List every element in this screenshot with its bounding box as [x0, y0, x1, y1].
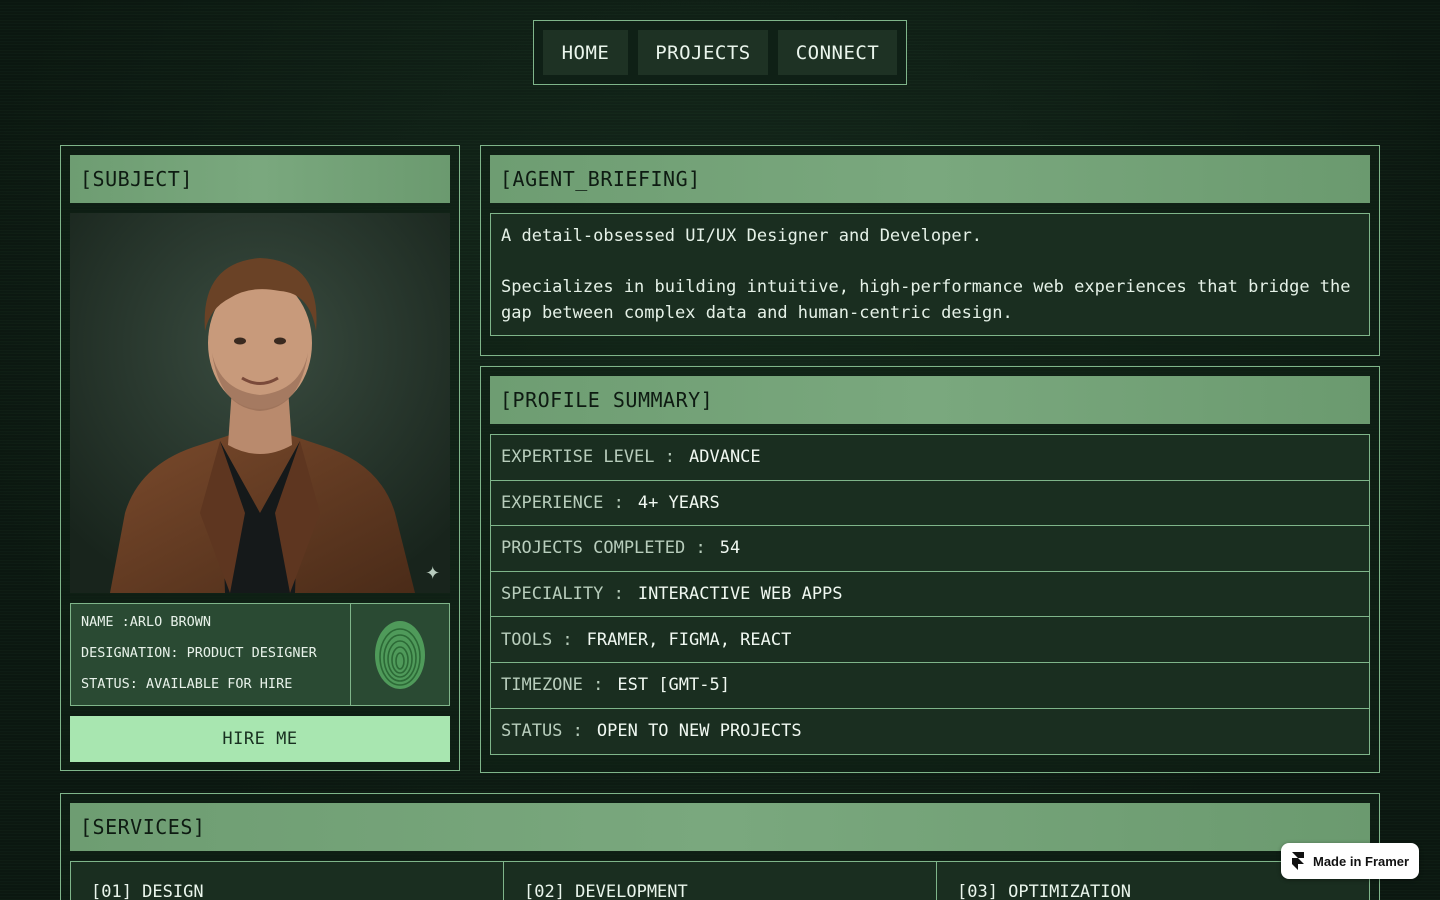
fingerprint-icon [375, 620, 425, 689]
profile-row-value: OPEN TO NEW PROJECTS [596, 721, 802, 742]
service-design[interactable]: [01] DESIGN [71, 862, 503, 900]
profile-row-value: ADVANCE [689, 447, 761, 468]
profile-list: EXPERTISE LEVEL : ADVANCE EXPERIENCE : 4… [490, 434, 1370, 756]
profile-row-status: STATUS : OPEN TO NEW PROJECTS [491, 708, 1369, 755]
made-in-framer-badge[interactable]: Made in Framer [1281, 843, 1419, 879]
profile-portrait: ✦ [70, 213, 450, 593]
profile-summary-panel: [PROFILE SUMMARY] EXPERTISE LEVEL : ADVA… [480, 366, 1380, 773]
profile-row-expertise: EXPERTISE LEVEL : ADVANCE [491, 435, 1369, 481]
services-header: [SERVICES] [70, 803, 1370, 851]
subject-header: [SUBJECT] [70, 155, 450, 203]
status-line: STATUS: AVAILABLE FOR HIRE [81, 676, 293, 692]
nav-home-link[interactable]: HOME [543, 30, 628, 75]
profile-row-projects: PROJECTS COMPLETED : 54 [491, 526, 1369, 572]
profile-row-value: FRAMER, FIGMA, REACT [586, 629, 792, 650]
id-info: NAME :ARLO BROWN DESIGNATION: PRODUCT DE… [71, 604, 350, 705]
profile-row-timezone: TIMEZONE : EST [GMT-5] [491, 662, 1369, 709]
profile-row-label: SPECIALITY : [501, 584, 624, 605]
services-panel: [SERVICES] [01] DESIGN [02] DEVELOPMENT … [60, 793, 1380, 900]
profile-row-speciality: SPECIALITY : INTERACTIVE WEB APPS [491, 571, 1369, 618]
profile-row-value: 54 [719, 538, 741, 559]
profile-row-tools: TOOLS : FRAMER, FIGMA, REACT [491, 617, 1369, 663]
briefing-body: A detail-obsessed UI/UX Designer and Dev… [490, 213, 1370, 336]
profile-row-label: STATUS : [501, 721, 583, 742]
nav-connect-link[interactable]: CONNECT [778, 30, 897, 75]
profile-header: [PROFILE SUMMARY] [490, 376, 1370, 424]
service-development[interactable]: [02] DEVELOPMENT [503, 862, 936, 900]
sparkle-icon: ✦ [425, 557, 440, 585]
hire-me-button[interactable]: HIRE ME [70, 716, 450, 762]
main-nav: HOME PROJECTS CONNECT [533, 20, 907, 85]
services-grid: [01] DESIGN [02] DEVELOPMENT [03] OPTIMI… [70, 861, 1370, 900]
profile-row-label: PROJECTS COMPLETED : [501, 538, 706, 559]
profile-row-experience: EXPERIENCE : 4+ YEARS [491, 480, 1369, 527]
nav-projects-link[interactable]: PROJECTS [638, 30, 768, 75]
subject-panel: [SUBJECT] ✦ NAME:ARLO BROWN DESIGNATION… [60, 145, 460, 771]
profile-row-label: EXPERIENCE : [501, 492, 624, 513]
profile-row-label: TOOLS : [501, 629, 573, 650]
profile-row-value: INTERACTIVE WEB APPS [637, 584, 843, 605]
profile-row-value: EST [GMT-5] [617, 675, 730, 696]
framer-logo-icon [1292, 852, 1304, 870]
id-card: NAME :ARLO BROWN DESIGNATION: PRODUCT DE… [70, 603, 450, 706]
profile-row-label: EXPERTISE LEVEL : [501, 447, 675, 468]
fingerprint-box [350, 604, 449, 705]
badge-label: Made in Framer [1313, 853, 1410, 869]
briefing-line-1: A detail-obsessed UI/UX Designer and Dev… [501, 226, 983, 246]
name-line: NAME :ARLO BROWN [81, 614, 212, 630]
profile-row-label: TIMEZONE : [501, 675, 604, 696]
briefing-line-2: Specializes in building intuitive, high-… [501, 277, 1351, 323]
agent-briefing-panel: [AGENT_BRIEFING] A detail-obsessed UI/UX… [480, 145, 1380, 356]
designation-line: DESIGNATION: PRODUCT DESIGNER [81, 645, 317, 661]
portrait-illustration [70, 213, 450, 593]
briefing-header: [AGENT_BRIEFING] [490, 155, 1370, 203]
profile-row-value: 4+ YEARS [637, 492, 720, 513]
